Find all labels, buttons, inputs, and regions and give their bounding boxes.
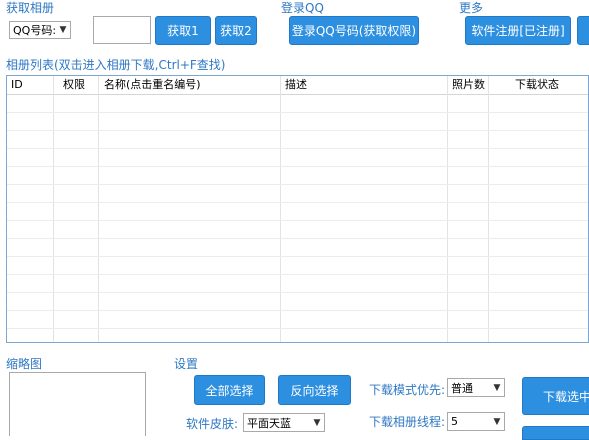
table-row-line xyxy=(7,202,588,203)
table-row-line xyxy=(7,274,588,275)
thumbnail-title: 缩略图 xyxy=(6,357,43,371)
threads-select[interactable]: 5 ▼ xyxy=(447,412,505,431)
table-row-line xyxy=(7,292,588,293)
threads-select-value: 5 xyxy=(451,415,458,428)
get2-button[interactable]: 获取2 xyxy=(215,16,257,45)
table-row-line xyxy=(7,220,588,221)
select-all-button[interactable]: 全部选择 xyxy=(194,375,265,405)
threads-label: 下载相册线程: xyxy=(369,415,446,429)
table-row-line xyxy=(7,184,588,185)
more-title: 更多 xyxy=(459,1,484,15)
column-header-photo-count[interactable]: 照片数 xyxy=(448,76,488,94)
qq-type-select-value: QQ号码: xyxy=(13,24,56,37)
more-overflow-button[interactable] xyxy=(577,16,589,45)
column-header-description[interactable]: 描述 xyxy=(281,76,447,94)
qq-type-select[interactable]: QQ号码: ▼ xyxy=(9,21,71,39)
chevron-down-icon: ▼ xyxy=(59,25,67,35)
column-header-name[interactable]: 名称(点击重名编号) xyxy=(100,76,280,94)
chevron-down-icon: ▼ xyxy=(493,416,501,427)
login-title: 登录QQ xyxy=(281,1,324,15)
get-album-title: 获取相册 xyxy=(6,1,55,15)
column-divider xyxy=(488,76,489,342)
skin-select-value: 平面天蓝 xyxy=(247,416,291,430)
get1-button[interactable]: 获取1 xyxy=(155,16,211,45)
thumbnail-preview xyxy=(9,372,146,436)
column-divider xyxy=(280,76,281,342)
qq-number-input[interactable] xyxy=(93,16,151,44)
table-row-line xyxy=(7,238,588,239)
column-header-id[interactable]: ID xyxy=(7,76,54,94)
column-divider xyxy=(98,76,99,342)
download-mode-select[interactable]: 普通 ▼ xyxy=(447,378,505,397)
download-mode-label: 下载模式优先: xyxy=(369,383,446,397)
settings-title: 设置 xyxy=(174,357,199,371)
download-selected-button[interactable]: 下载选中 xyxy=(522,377,589,415)
table-row-line xyxy=(7,256,588,257)
album-list-title: 相册列表(双击进入相册下载,Ctrl+F查找) xyxy=(6,58,226,72)
table-row-line xyxy=(7,130,588,131)
table-row-line xyxy=(7,328,588,329)
column-divider xyxy=(447,76,448,342)
table-row-line xyxy=(7,112,588,113)
chevron-down-icon: ▼ xyxy=(313,417,321,428)
invert-selection-button[interactable]: 反向选择 xyxy=(278,375,351,405)
skin-label: 软件皮肤: xyxy=(186,417,239,431)
second-action-button[interactable] xyxy=(522,426,589,440)
download-mode-select-value: 普通 xyxy=(451,381,473,395)
table-row-line xyxy=(7,310,588,311)
album-table-header: ID 权限 名称(点击重名编号) 描述 照片数 下载状态 xyxy=(7,76,588,95)
column-header-download-status[interactable]: 下载状态 xyxy=(489,76,588,94)
login-qq-button[interactable]: 登录QQ号码(获取权限) xyxy=(289,16,419,45)
column-divider xyxy=(53,76,54,342)
skin-select[interactable]: 平面天蓝 ▼ xyxy=(243,413,325,432)
table-row-line xyxy=(7,148,588,149)
album-table[interactable]: ID 权限 名称(点击重名编号) 描述 照片数 下载状态 xyxy=(6,75,589,343)
register-button[interactable]: 软件注册[已注册] xyxy=(465,16,571,45)
column-header-permission[interactable]: 权限 xyxy=(59,76,99,94)
table-row-line xyxy=(7,166,588,167)
chevron-down-icon: ▼ xyxy=(493,382,501,393)
